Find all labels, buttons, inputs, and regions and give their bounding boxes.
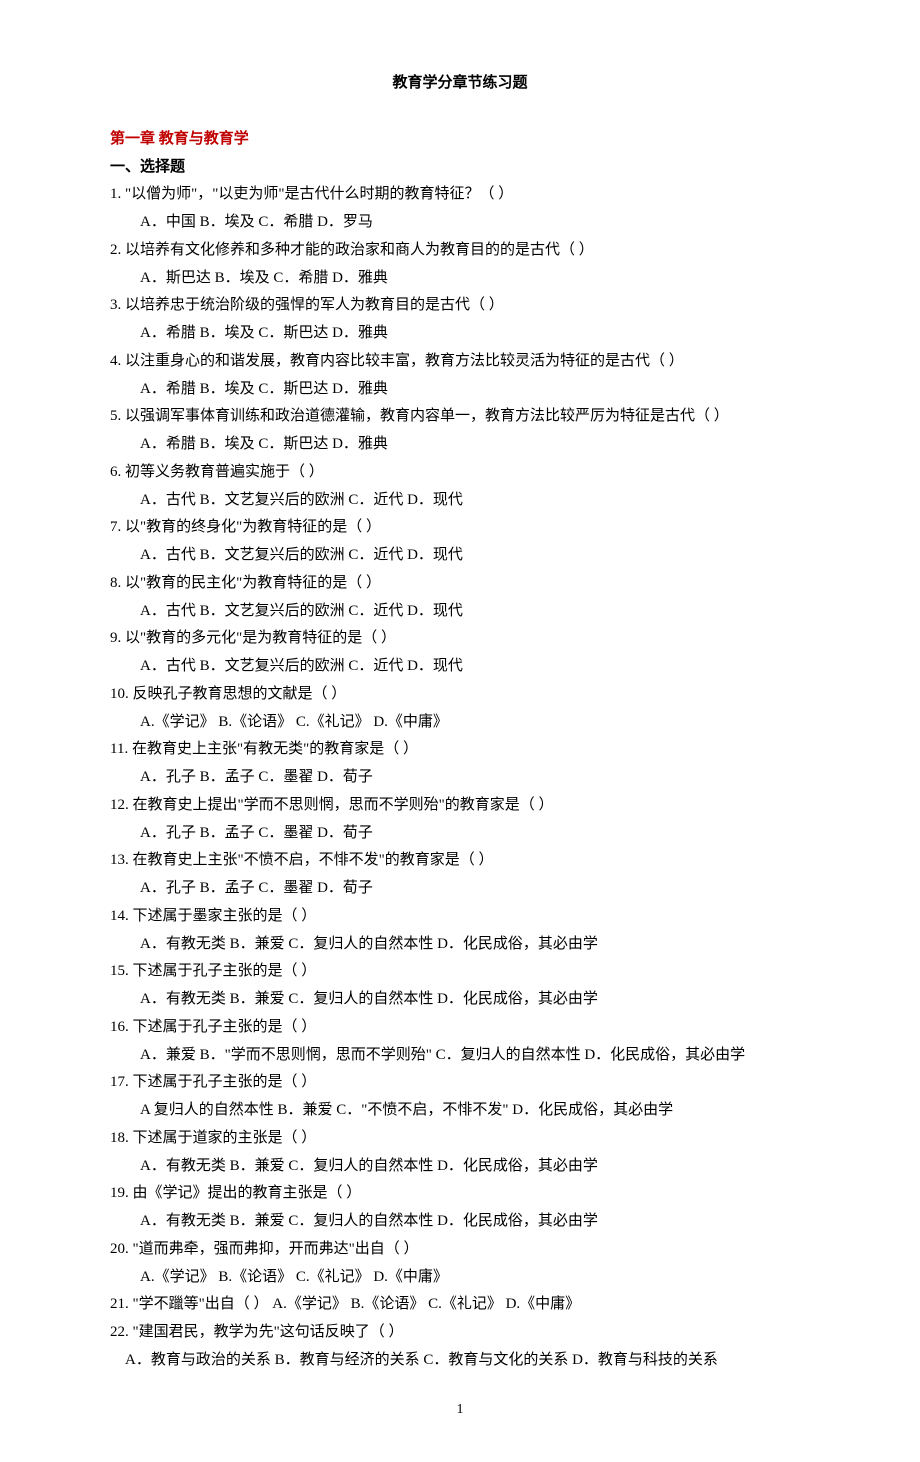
document-title: 教育学分章节练习题 xyxy=(110,70,810,98)
question-item: 4. 以注重身心的和谐发展，教育内容比较丰富，教育方法比较灵活为特征的是古代（ … xyxy=(110,348,810,376)
question-options: A．希腊 B．埃及 C．斯巴达 D．雅典 xyxy=(110,431,810,459)
question-number: 7. xyxy=(110,519,125,535)
question-options: A.《学记》 B.《论语》 C.《礼记》 D.《中庸》 xyxy=(110,1264,810,1292)
question-options: A．兼爱 B．"学而不思则惘，思而不学则殆" C．复归人的自然本性 D．化民成俗… xyxy=(110,1042,810,1070)
question-number: 19. xyxy=(110,1185,133,1201)
question-options: A．有教无类 B．兼爱 C．复归人的自然本性 D．化民成俗，其必由学 xyxy=(110,931,810,959)
question-text: 以"教育的民主化"为教育特征的是（ ） xyxy=(125,575,381,591)
question-text: 在教育史上提出"学而不思则惘，思而不学则殆"的教育家是（ ） xyxy=(133,797,554,813)
question-number: 20. xyxy=(110,1241,133,1257)
question-options: A．古代 B．文艺复兴后的欧洲 C．近代 D．现代 xyxy=(110,542,810,570)
question-item: 14. 下述属于墨家主张的是（ ） xyxy=(110,903,810,931)
question-item: 5. 以强调军事体育训练和政治道德灌输，教育内容单一，教育方法比较严厉为特征是古… xyxy=(110,403,810,431)
question-item: 1. "以僧为师"，"以吏为师"是古代什么时期的教育特征？（ ） xyxy=(110,181,810,209)
question-options: A．古代 B．文艺复兴后的欧洲 C．近代 D．现代 xyxy=(110,487,810,515)
question-number: 11. xyxy=(110,741,132,757)
question-text: 在教育史上主张"不愤不启，不悱不发"的教育家是（ ） xyxy=(133,852,494,868)
question-item: 15. 下述属于孔子主张的是（ ） xyxy=(110,958,810,986)
question-text: 下述属于道家的主张是（ ） xyxy=(133,1130,317,1146)
question-text: 下述属于孔子主张的是（ ） xyxy=(133,1074,317,1090)
question-number: 3. xyxy=(110,297,125,313)
question-options: A．孔子 B．孟子 C．墨翟 D．荀子 xyxy=(110,820,810,848)
section-heading: 一、选择题 xyxy=(110,154,810,182)
question-item: 18. 下述属于道家的主张是（ ） xyxy=(110,1125,810,1153)
question-item: 13. 在教育史上主张"不愤不启，不悱不发"的教育家是（ ） xyxy=(110,847,810,875)
question-item: 7. 以"教育的终身化"为教育特征的是（ ） xyxy=(110,514,810,542)
question-options: A．有教无类 B．兼爱 C．复归人的自然本性 D．化民成俗，其必由学 xyxy=(110,986,810,1014)
question-22: 22. "建国君民，教学为先"这句话反映了（ ） xyxy=(110,1319,810,1347)
question-item: 2. 以培养有文化修养和多种才能的政治家和商人为教育目的的是古代（ ） xyxy=(110,237,810,265)
question-text: 下述属于孔子主张的是（ ） xyxy=(133,1019,317,1035)
question-number: 8. xyxy=(110,575,125,591)
questions-list: 1. "以僧为师"，"以吏为师"是古代什么时期的教育特征？（ ）A．中国 B．埃… xyxy=(110,181,810,1291)
question-number: 16. xyxy=(110,1019,133,1035)
question-options: A．希腊 B．埃及 C．斯巴达 D．雅典 xyxy=(110,376,810,404)
question-number: 12. xyxy=(110,797,133,813)
question-item: 9. 以"教育的多元化"是为教育特征的是（ ） xyxy=(110,625,810,653)
question-text: 由《学记》提出的教育主张是（ ） xyxy=(133,1185,362,1201)
question-text: "建国君民，教学为先"这句话反映了（ ） xyxy=(133,1324,404,1340)
question-options: A．孔子 B．孟子 C．墨翟 D．荀子 xyxy=(110,875,810,903)
question-text: 下述属于孔子主张的是（ ） xyxy=(133,963,317,979)
question-item: 19. 由《学记》提出的教育主张是（ ） xyxy=(110,1180,810,1208)
question-text: 以"教育的多元化"是为教育特征的是（ ） xyxy=(125,630,396,646)
question-item: 20. "道而弗牵，强而弗抑，开而弗达"出自（ ） xyxy=(110,1236,810,1264)
question-options: A．中国 B．埃及 C．希腊 D．罗马 xyxy=(110,209,810,237)
question-text: 以"教育的终身化"为教育特征的是（ ） xyxy=(125,519,381,535)
question-text: "以僧为师"，"以吏为师"是古代什么时期的教育特征？（ ） xyxy=(125,186,513,202)
question-options: A．古代 B．文艺复兴后的欧洲 C．近代 D．现代 xyxy=(110,653,810,681)
question-item: 12. 在教育史上提出"学而不思则惘，思而不学则殆"的教育家是（ ） xyxy=(110,792,810,820)
question-number: 2. xyxy=(110,242,125,258)
question-text: 以培养忠于统治阶级的强悍的军人为教育目的是古代（ ） xyxy=(125,297,504,313)
question-text: 下述属于墨家主张的是（ ） xyxy=(133,908,317,924)
question-text: 以强调军事体育训练和政治道德灌输，教育内容单一，教育方法比较严厉为特征是古代（ … xyxy=(125,408,729,424)
question-number: 21. xyxy=(110,1296,129,1312)
question-text: "道而弗牵，强而弗抑，开而弗达"出自（ ） xyxy=(133,1241,419,1257)
question-number: 22. xyxy=(110,1324,129,1340)
question-options: A．有教无类 B．兼爱 C．复归人的自然本性 D．化民成俗，其必由学 xyxy=(110,1208,810,1236)
question-item: 8. 以"教育的民主化"为教育特征的是（ ） xyxy=(110,570,810,598)
question-item: 6. 初等义务教育普遍实施于（ ） xyxy=(110,459,810,487)
question-number: 9. xyxy=(110,630,125,646)
question-item: 3. 以培养忠于统治阶级的强悍的军人为教育目的是古代（ ） xyxy=(110,292,810,320)
question-text: 反映孔子教育思想的文献是（ ） xyxy=(133,686,347,702)
question-number: 13. xyxy=(110,852,133,868)
question-options: A．古代 B．文艺复兴后的欧洲 C．近代 D．现代 xyxy=(110,598,810,626)
question-number: 5. xyxy=(110,408,125,424)
question-22-options: A．教育与政治的关系 B．教育与经济的关系 C．教育与文化的关系 D．教育与科技… xyxy=(110,1347,810,1375)
question-options: A．希腊 B．埃及 C．斯巴达 D．雅典 xyxy=(110,320,810,348)
question-number: 6. xyxy=(110,464,125,480)
question-number: 1. xyxy=(110,186,125,202)
question-item: 17. 下述属于孔子主张的是（ ） xyxy=(110,1069,810,1097)
question-21: 21. "学不躐等"出自（ ） A.《学记》 B.《论语》 C.《礼记》 D.《… xyxy=(110,1291,810,1319)
chapter-heading: 第一章 教育与教育学 xyxy=(110,126,810,154)
question-item: 11. 在教育史上主张"有教无类"的教育家是（ ） xyxy=(110,736,810,764)
question-options: A 复归人的自然本性 B．兼爱 C．"不愤不启，不悱不发" D．化民成俗，其必由… xyxy=(110,1097,810,1125)
question-number: 10. xyxy=(110,686,133,702)
question-options: A．孔子 B．孟子 C．墨翟 D．荀子 xyxy=(110,764,810,792)
question-options: A.《学记》 B.《论语》 C.《礼记》 D.《中庸》 xyxy=(110,709,810,737)
question-number: 18. xyxy=(110,1130,133,1146)
question-number: 14. xyxy=(110,908,133,924)
question-options: A．有教无类 B．兼爱 C．复归人的自然本性 D．化民成俗，其必由学 xyxy=(110,1153,810,1181)
question-number: 15. xyxy=(110,963,133,979)
question-text: 在教育史上主张"有教无类"的教育家是（ ） xyxy=(132,741,418,757)
question-options: A．教育与政治的关系 B．教育与经济的关系 C．教育与文化的关系 D．教育与科技… xyxy=(125,1352,718,1368)
question-text: "学不躐等"出自（ ） xyxy=(133,1296,269,1312)
question-text: 初等义务教育普遍实施于（ ） xyxy=(125,464,324,480)
page-number: 1 xyxy=(110,1397,810,1423)
question-text: 以培养有文化修养和多种才能的政治家和商人为教育目的的是古代（ ） xyxy=(125,242,594,258)
question-text: 以注重身心的和谐发展，教育内容比较丰富，教育方法比较灵活为特征的是古代（ ） xyxy=(125,353,684,369)
question-options: A.《学记》 B.《论语》 C.《礼记》 D.《中庸》 xyxy=(272,1296,580,1312)
question-number: 17. xyxy=(110,1074,133,1090)
question-item: 10. 反映孔子教育思想的文献是（ ） xyxy=(110,681,810,709)
question-item: 16. 下述属于孔子主张的是（ ） xyxy=(110,1014,810,1042)
question-number: 4. xyxy=(110,353,125,369)
question-options: A．斯巴达 B．埃及 C．希腊 D．雅典 xyxy=(110,265,810,293)
